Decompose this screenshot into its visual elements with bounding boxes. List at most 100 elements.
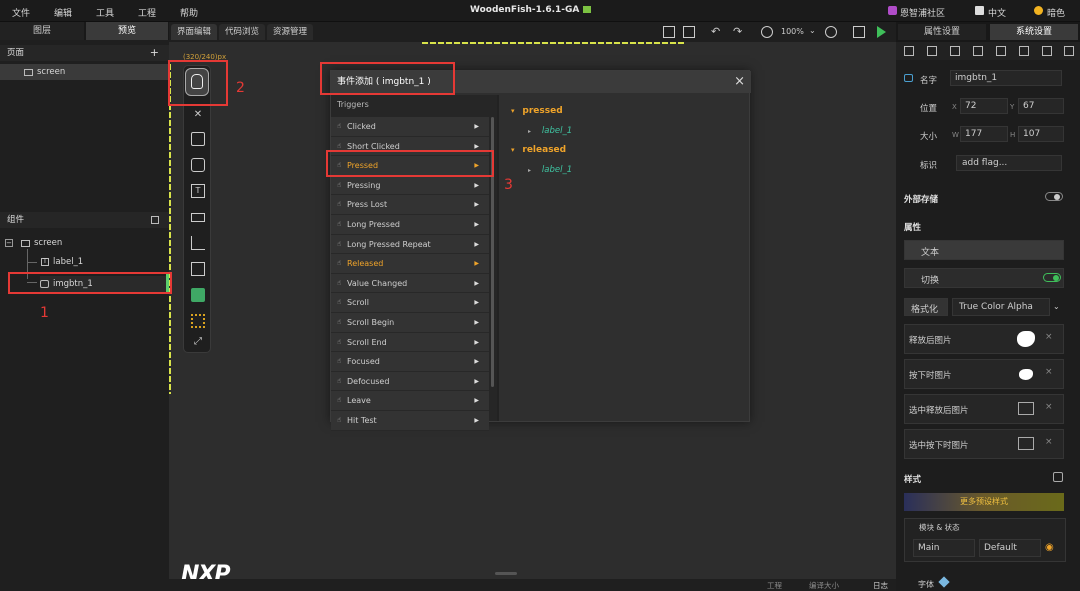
- menu-help[interactable]: 帮助: [180, 6, 198, 19]
- theme-switch[interactable]: 暗色: [1047, 6, 1065, 19]
- chevron-down-icon[interactable]: ⌄: [1053, 302, 1060, 311]
- trigger-item[interactable]: ☝ Focused ▶: [331, 352, 489, 372]
- align-center-icon[interactable]: [927, 46, 937, 56]
- community-link[interactable]: 恩智浦社区: [900, 6, 945, 19]
- trigger-item[interactable]: ☝ Scroll ▶: [331, 293, 489, 313]
- x-input[interactable]: 72: [960, 98, 1008, 114]
- chevron-down-icon[interactable]: ⌄: [809, 26, 816, 35]
- menu-edit[interactable]: 编辑: [54, 6, 72, 19]
- y-input[interactable]: 67: [1018, 98, 1064, 114]
- status-build-size[interactable]: 编译大小: [809, 580, 839, 591]
- hand-icon: ☝: [337, 376, 342, 385]
- label-widget-icon[interactable]: T: [191, 184, 205, 198]
- event-action-pressed[interactable]: ▸ label_1: [528, 126, 572, 136]
- collapse-icon[interactable]: ✕: [191, 109, 205, 123]
- trigger-item[interactable]: ☝ Press Lost ▶: [331, 195, 489, 215]
- trigger-item[interactable]: ☝ Scroll Begin ▶: [331, 313, 489, 333]
- align-left-icon[interactable]: [904, 46, 914, 56]
- trigger-item[interactable]: ☝ Leave ▶: [331, 391, 489, 411]
- h-input[interactable]: 107: [1018, 126, 1064, 142]
- button-widget-icon[interactable]: [191, 132, 205, 146]
- trigger-item[interactable]: ☝ Scroll End ▶: [331, 332, 489, 353]
- clear-icon[interactable]: ×: [1045, 367, 1053, 377]
- format-select[interactable]: True Color Alpha: [952, 298, 1050, 316]
- tab-ui-editor[interactable]: 界面编辑: [171, 24, 218, 40]
- imgbtn-widget-icon[interactable]: [191, 158, 205, 172]
- trigger-item[interactable]: ☝ Long Pressed ▶: [331, 215, 489, 235]
- tree-node-screen[interactable]: − screen: [5, 238, 62, 248]
- menu-file[interactable]: 文件: [12, 6, 30, 19]
- img-pressed-row[interactable]: 按下时图片 ×: [904, 359, 1064, 389]
- textarea-widget-icon[interactable]: [191, 213, 205, 222]
- img-chk-released-row[interactable]: 选中释放后图片 ×: [904, 394, 1064, 424]
- trigger-item[interactable]: ☝ Clicked ▶: [331, 117, 489, 137]
- trigger-item[interactable]: ☝ Released ▶: [331, 254, 489, 274]
- trigger-item[interactable]: ☝ Long Pressed Repeat ▶: [331, 234, 489, 255]
- line-widget-icon[interactable]: [191, 288, 205, 302]
- distribute-v-icon[interactable]: [1064, 46, 1074, 56]
- external-link-icon[interactable]: [151, 216, 159, 224]
- resize-handle[interactable]: [495, 572, 517, 575]
- flag-input[interactable]: add flag...: [956, 155, 1062, 171]
- toggle-section[interactable]: 切换: [904, 268, 1064, 288]
- copy-icon[interactable]: [683, 26, 695, 38]
- trigger-item[interactable]: ☝ Value Changed ▶: [331, 273, 489, 294]
- tab-layers[interactable]: 图层: [0, 22, 84, 40]
- tab-resources[interactable]: 资源管理: [267, 24, 314, 40]
- align-icon[interactable]: [663, 26, 675, 38]
- distribute-h-icon[interactable]: [1042, 46, 1052, 56]
- w-input[interactable]: 177: [960, 126, 1008, 142]
- align-middle-icon[interactable]: [996, 46, 1006, 56]
- align-top-icon[interactable]: [973, 46, 983, 56]
- event-action-released[interactable]: ▸ label_1: [528, 165, 572, 175]
- tree-node-label[interactable]: T label_1: [41, 257, 83, 267]
- font-label: 字体: [918, 580, 934, 589]
- part-select[interactable]: Main: [913, 539, 975, 557]
- trigger-item[interactable]: ☝ Defocused ▶: [331, 371, 489, 392]
- event-released[interactable]: ▾ released: [511, 145, 566, 155]
- status-project[interactable]: 工程: [767, 580, 782, 591]
- clear-icon[interactable]: ×: [1045, 332, 1053, 342]
- zoom-level[interactable]: 100%: [781, 27, 804, 36]
- hand-icon: ☝: [337, 337, 342, 346]
- chart-widget-icon[interactable]: [191, 236, 205, 250]
- export-icon[interactable]: [853, 26, 865, 38]
- state-select[interactable]: Default: [979, 539, 1041, 557]
- undo-icon[interactable]: ↶: [711, 26, 723, 38]
- clear-icon[interactable]: ×: [1045, 402, 1053, 412]
- add-page-button[interactable]: +: [150, 45, 159, 61]
- text-section[interactable]: 文本: [904, 240, 1064, 260]
- page-item-screen[interactable]: screen: [0, 64, 169, 80]
- collapse-icon[interactable]: −: [5, 239, 13, 247]
- toggle-switch[interactable]: [1043, 273, 1061, 282]
- align-right-icon[interactable]: [950, 46, 960, 56]
- more-styles-button[interactable]: 更多预设样式: [904, 493, 1064, 511]
- align-bottom-icon[interactable]: [1019, 46, 1029, 56]
- run-icon[interactable]: [877, 26, 886, 38]
- zoom-in-icon[interactable]: [825, 26, 837, 38]
- clear-icon[interactable]: ×: [1045, 437, 1053, 447]
- menu-tools[interactable]: 工具: [96, 6, 114, 19]
- img-chk-pressed-row[interactable]: 选中按下时图片 ×: [904, 429, 1064, 459]
- tab-preview[interactable]: 预览: [86, 22, 168, 40]
- name-input[interactable]: imgbtn_1: [950, 70, 1062, 86]
- eye-icon[interactable]: ◉: [1045, 542, 1054, 553]
- image-widget-icon[interactable]: [191, 262, 205, 276]
- ext-storage-toggle[interactable]: [1045, 192, 1063, 201]
- event-pressed[interactable]: ▾ pressed: [511, 106, 563, 116]
- tab-code-browse[interactable]: 代码浏览: [219, 24, 266, 40]
- close-icon[interactable]: ×: [734, 71, 745, 93]
- help-icon[interactable]: [1053, 472, 1063, 482]
- expand-icon[interactable]: ⤢: [191, 336, 205, 350]
- tab-properties[interactable]: 属性设置: [898, 24, 986, 40]
- menu-project[interactable]: 工程: [138, 6, 156, 19]
- language-switch[interactable]: 中文: [988, 6, 1006, 19]
- img-released-row[interactable]: 释放后图片 ×: [904, 324, 1064, 354]
- qrcode-widget-icon[interactable]: [191, 314, 205, 328]
- zoom-out-icon[interactable]: [761, 26, 773, 38]
- trigger-item[interactable]: ☝ Pressing ▶: [331, 175, 489, 196]
- tab-system[interactable]: 系统设置: [990, 24, 1078, 40]
- trigger-item[interactable]: ☝ Hit Test ▶: [331, 411, 489, 431]
- redo-icon[interactable]: ↷: [733, 26, 745, 38]
- status-log[interactable]: 日志: [873, 580, 888, 591]
